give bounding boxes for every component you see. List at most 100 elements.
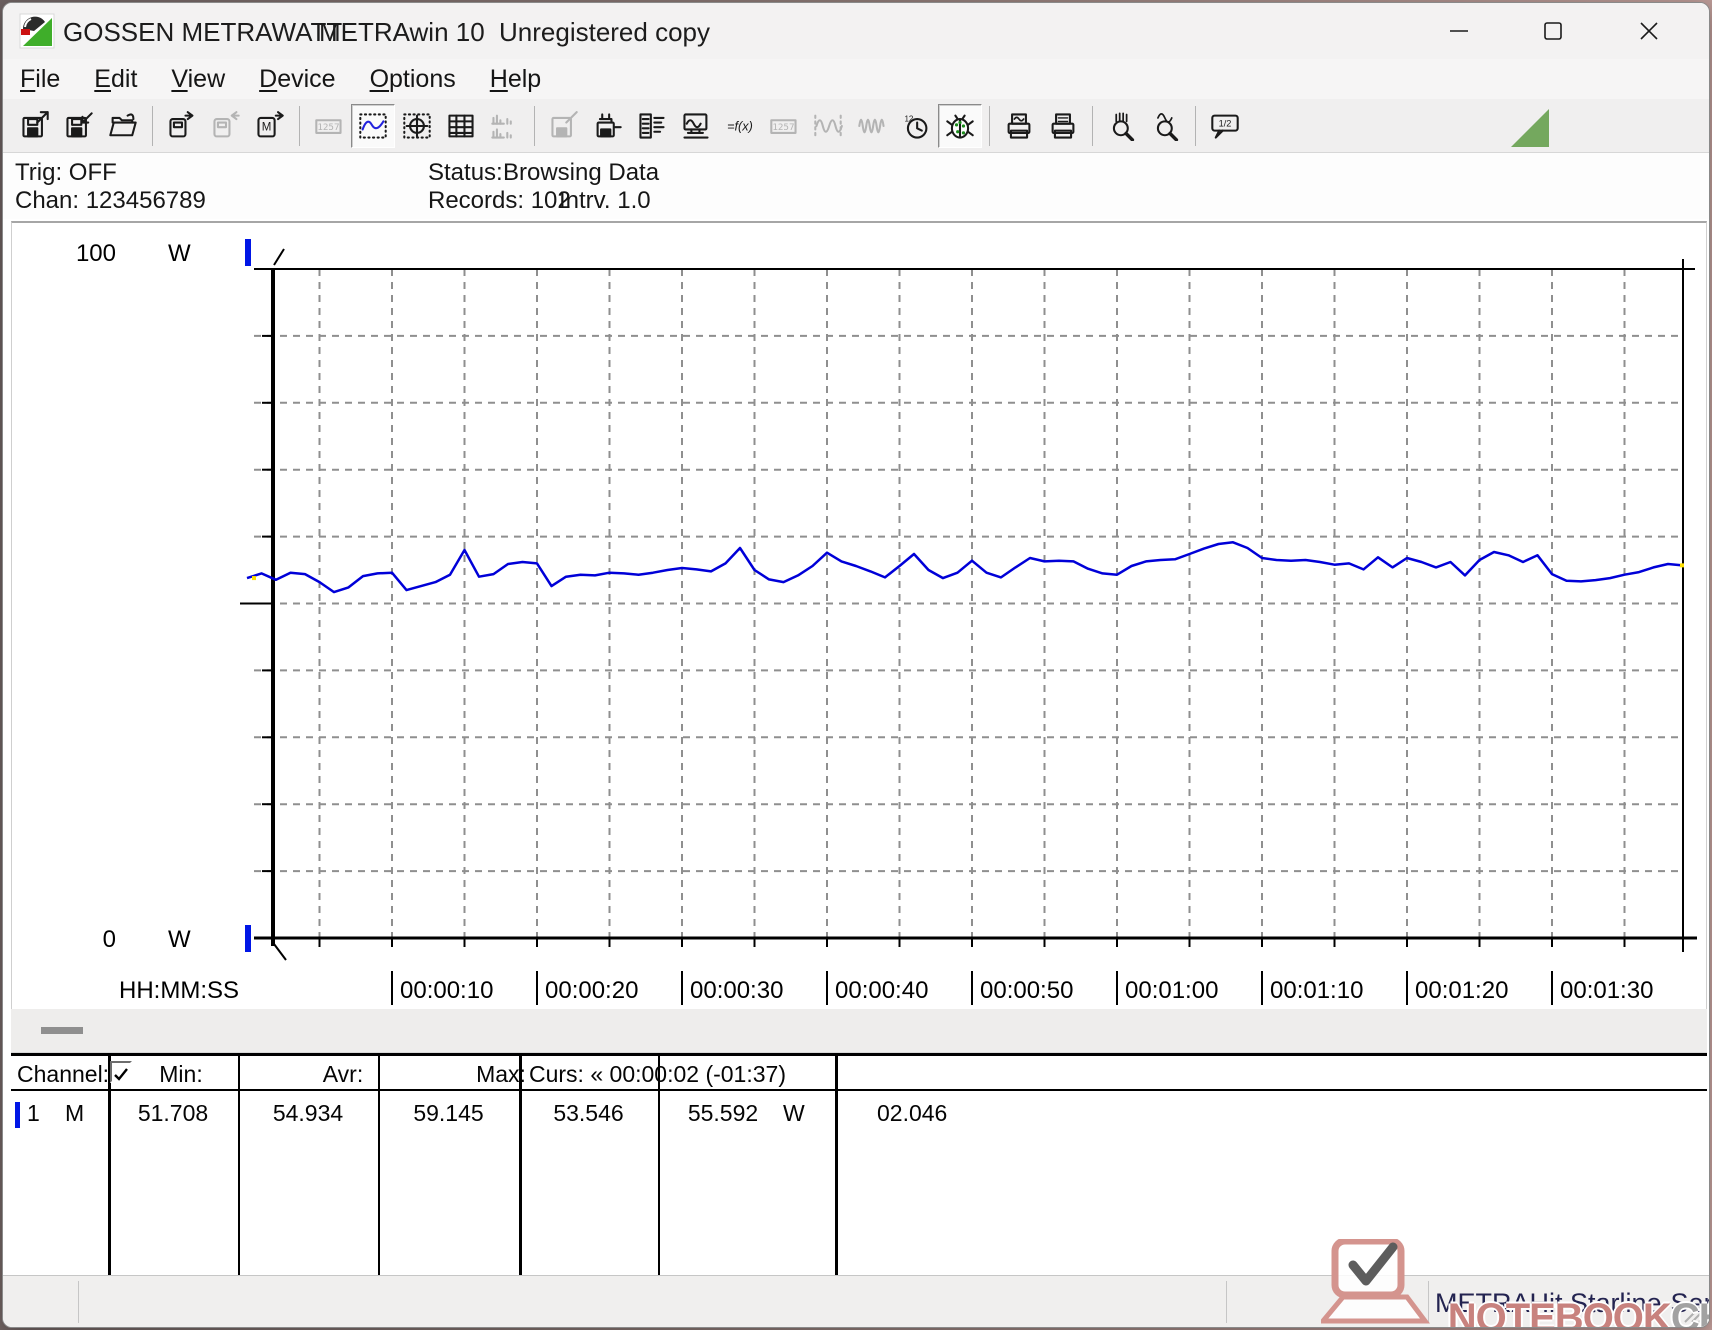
channel-list-icon [639,112,665,139]
table-header-divider [11,1089,1707,1091]
column-header-channel: Channel: [17,1061,110,1087]
trigger-status: Trig: OFF [15,159,117,186]
minimize-button[interactable] [1435,11,1483,51]
menu-bar: File Edit View Device Options Help [3,59,1709,99]
trend-chart-panel[interactable]: 100 W 0 W HH:MM:SS 00:00:10 00:00:20 00:00:30 00… [11,221,1707,1009]
folder-open-icon [109,112,137,136]
resize-grip[interactable] [1681,1300,1705,1324]
svg-text:12: 12 [904,114,913,123]
trend-view-button[interactable] [351,103,395,148]
x-tick-label: 00:00:10 [400,977,493,1004]
analog-wave-button [806,104,850,148]
menu-options[interactable]: Options [353,65,473,94]
svg-text:1/2: 1/2 [1219,118,1232,128]
row-channel-number: 1 [27,1100,40,1126]
scope-view-button[interactable] [395,104,439,148]
table-view-button[interactable] [439,104,483,148]
chart-scrollbar-thumb[interactable] [41,1027,83,1034]
title-bar: GOSSEN METRAWATT METRAwin 10 Unregistere… [3,3,1709,59]
y-max-label: 100 [76,240,116,267]
column-header-cursor: Curs: « 00:00:02 (-01:37) [529,1061,786,1087]
toolbar-separator [152,105,153,146]
menu-edit[interactable]: Edit [77,65,154,94]
close-icon [1640,22,1658,40]
zoom-in-button[interactable] [1100,104,1144,148]
annotation-button[interactable]: 1/2 [1203,104,1247,148]
row-cursor-value-2: 55.592 [687,1100,759,1126]
maximize-icon [1544,22,1562,40]
open-file-button[interactable] [101,104,145,148]
floppy-export-gray-icon [551,110,578,137]
toolbar-separator [534,105,535,146]
magnifier-wave-icon [1156,112,1179,141]
check-icon [114,1068,128,1081]
x-tick-label: 00:01:20 [1415,977,1508,1004]
export-file-button[interactable] [13,104,57,148]
statusbar-divider [1428,1281,1429,1323]
monitor-view-button[interactable] [674,104,718,148]
sine-wave-icon [814,114,843,137]
license-label: Unregistered copy [499,17,710,47]
menu-device[interactable]: Device [242,65,352,94]
channel-visible-checkbox[interactable] [110,1061,132,1083]
svg-text:1257: 1257 [772,122,794,133]
toolbar-separator [299,105,300,146]
statusbar-divider [78,1281,79,1323]
trend-graph-icon [359,112,387,139]
formula-button[interactable]: =f(x) [718,104,762,148]
save-settings-button[interactable] [586,104,630,148]
histogram-view-button [483,104,527,148]
toolbar-group-4: =f(x) 1257 12 [542,103,982,148]
channel-marker-bottom [245,925,251,952]
close-button[interactable] [1625,11,1673,51]
interval-value: Intrv. 1.0 [559,187,651,214]
maximize-button[interactable] [1529,11,1577,51]
seven-segment-icon: 1257 [770,118,797,134]
x-tick-label: 00:01:30 [1560,977,1653,1004]
toolbar-group-5 [997,104,1085,148]
read-memory-button[interactable]: M [248,104,292,148]
floppy-arrow-in-icon [66,111,93,137]
channel-status: Chan: 123456789 [15,187,206,214]
trend-chart[interactable]: 100 W 0 W HH:MM:SS 00:00:10 00:00:20 00:00:30 00… [12,223,1706,1007]
floppy-arrow-out-icon [22,110,49,137]
status-bar: METRAHit Starline-Seri [3,1275,1709,1327]
device-memory-icon: M [257,110,284,137]
svg-text:1257: 1257 [317,122,339,133]
crosshair-scope-icon [403,112,431,139]
series-end-dot [1680,563,1684,568]
app-title: GOSSEN METRAWATT [63,17,343,47]
zoom-out-button[interactable] [1144,104,1188,148]
menu-view[interactable]: View [154,65,242,94]
function-fx-icon: =f(x) [727,119,753,133]
toolbar-group-3: 1257 [307,103,527,148]
speech-bubble-12-icon: 1/2 [1211,114,1239,139]
menu-file[interactable]: File [3,65,77,94]
seven-segment-icon: 1257 [315,118,342,134]
y-min-label: 0 [103,926,116,953]
time-settings-button[interactable]: 12 [894,104,938,148]
print-preview-button[interactable] [997,104,1041,148]
row-channel-type: M [65,1100,85,1126]
send-device-button [204,104,248,148]
menu-help[interactable]: Help [473,65,558,94]
dense-wave-icon [858,118,885,133]
statusbar-divider [1226,1281,1227,1323]
channel-setup-button[interactable] [630,104,674,148]
chart-scrollbar[interactable] [11,1009,1707,1053]
toolbar-separator [989,105,990,146]
toolbar-separator [1195,105,1196,146]
export-data-button [542,104,586,148]
svg-text:M: M [262,121,272,133]
status-value: Browsing Data [503,159,660,186]
minimize-icon [1450,30,1468,32]
x-tick-label: 00:00:50 [980,977,1073,1004]
debug-mode-button[interactable] [938,103,982,148]
print-button[interactable] [1041,104,1085,148]
burst-wave-button [850,104,894,148]
y-unit-bottom-label: W [168,926,191,953]
toolbar-group-6 [1100,104,1188,148]
read-device-button[interactable] [160,104,204,148]
printer-preview-icon [1007,112,1031,139]
save-file-button[interactable] [57,104,101,148]
